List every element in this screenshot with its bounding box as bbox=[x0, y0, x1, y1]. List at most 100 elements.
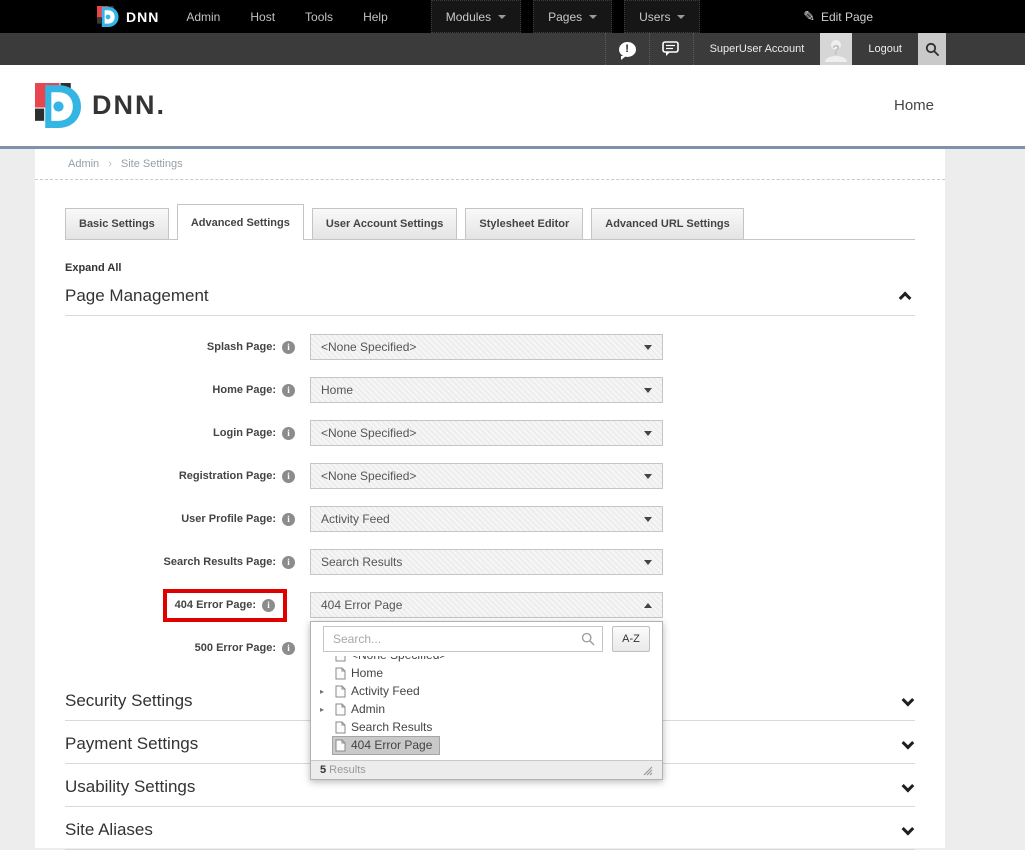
list-item-activity-feed[interactable]: ▸ Activity Feed bbox=[311, 682, 662, 700]
page-list: <None Specified> Home bbox=[311, 656, 662, 760]
dropdown-search-row: A-Z bbox=[311, 622, 662, 656]
results-count: 5 bbox=[320, 764, 326, 776]
account-link[interactable]: SuperUser Account bbox=[693, 33, 821, 65]
page-icon bbox=[335, 703, 346, 716]
nav-home-link[interactable]: Home bbox=[894, 97, 934, 114]
info-icon[interactable]: i bbox=[282, 513, 295, 526]
user-toolbar: ! SuperUser Account ? Logout bbox=[0, 33, 1025, 65]
list-item-home[interactable]: Home bbox=[311, 664, 662, 682]
caret-down-icon bbox=[644, 474, 652, 479]
page-icon bbox=[335, 667, 346, 680]
caret-down-icon bbox=[644, 345, 652, 350]
topnav-modules[interactable]: Modules bbox=[431, 0, 521, 33]
caret-down-icon bbox=[644, 560, 652, 565]
registration-page-select[interactable]: <None Specified> bbox=[310, 463, 663, 489]
topnav-help[interactable]: Help bbox=[348, 0, 403, 33]
tab-advanced-settings[interactable]: Advanced Settings bbox=[177, 204, 304, 240]
dnn-logo-small[interactable]: DNN bbox=[97, 0, 159, 33]
field-label: User Profile Page: bbox=[181, 513, 276, 525]
topnav-users[interactable]: Users bbox=[624, 0, 700, 33]
section-title: Usability Settings bbox=[65, 777, 195, 797]
messages-button[interactable] bbox=[649, 33, 693, 65]
dnn-logo-word: DNN bbox=[126, 9, 159, 25]
field-row-home-page: Home Page: i Home bbox=[65, 377, 915, 403]
info-icon[interactable]: i bbox=[262, 599, 275, 612]
tab-stylesheet-editor[interactable]: Stylesheet Editor bbox=[465, 208, 583, 239]
svg-text:?: ? bbox=[832, 42, 840, 57]
topnav: Admin Host Tools Help bbox=[171, 0, 402, 33]
settings-tabs: Basic Settings Advanced Settings User Ac… bbox=[65, 204, 915, 240]
caret-up-icon bbox=[644, 603, 652, 608]
dnn-logo-icon bbox=[35, 83, 82, 128]
avatar[interactable]: ? bbox=[820, 33, 852, 65]
control-bar: DNN Admin Host Tools Help Modules Pages … bbox=[0, 0, 1025, 33]
dnn-logo-icon bbox=[97, 6, 119, 27]
magnifier-icon bbox=[581, 632, 595, 646]
field-row-registration-page: Registration Page: i <None Specified> bbox=[65, 463, 915, 489]
sort-az-button[interactable]: A-Z bbox=[612, 626, 650, 652]
chevron-up-icon bbox=[899, 291, 912, 304]
user-silhouette-icon: ? bbox=[823, 36, 849, 62]
field-row-login-page: Login Page: i <None Specified> bbox=[65, 420, 915, 446]
info-icon[interactable]: i bbox=[282, 384, 295, 397]
caret-down-icon bbox=[677, 15, 685, 19]
expand-all-link[interactable]: Expand All bbox=[65, 262, 915, 274]
caret-down-icon bbox=[644, 388, 652, 393]
pencil-icon: ✎ bbox=[803, 8, 815, 25]
splash-page-select[interactable]: <None Specified> bbox=[310, 334, 663, 360]
info-icon[interactable]: i bbox=[282, 427, 295, 440]
login-page-select[interactable]: <None Specified> bbox=[310, 420, 663, 446]
page-management-form: Splash Page: i <None Specified> Home Pag… bbox=[65, 334, 915, 661]
topnav-tools[interactable]: Tools bbox=[290, 0, 348, 33]
resize-grip-icon[interactable] bbox=[641, 764, 653, 776]
page-icon bbox=[335, 656, 346, 662]
list-item-admin[interactable]: ▸ Admin bbox=[311, 700, 662, 718]
logout-button[interactable]: Logout bbox=[852, 33, 918, 65]
page-icon bbox=[335, 721, 346, 734]
home-page-select[interactable]: Home bbox=[310, 377, 663, 403]
list-item-none-specified[interactable]: <None Specified> bbox=[311, 656, 662, 664]
info-icon[interactable]: i bbox=[282, 470, 295, 483]
edit-page-button[interactable]: ✎ Edit Page bbox=[803, 0, 873, 33]
info-icon[interactable]: i bbox=[282, 341, 295, 354]
list-item-search-results[interactable]: Search Results bbox=[311, 718, 662, 736]
topnav-pages[interactable]: Pages bbox=[533, 0, 612, 33]
tab-user-account-settings[interactable]: User Account Settings bbox=[312, 208, 458, 239]
404-error-page-select[interactable]: 404 Error Page bbox=[310, 592, 663, 618]
info-icon[interactable]: i bbox=[282, 642, 295, 655]
breadcrumb-admin[interactable]: Admin bbox=[68, 158, 99, 170]
caret-down-icon bbox=[644, 431, 652, 436]
chat-icon bbox=[662, 41, 681, 57]
page-icon bbox=[335, 739, 346, 752]
topnav-host[interactable]: Host bbox=[235, 0, 290, 33]
chevron-down-icon bbox=[902, 822, 915, 835]
field-label: Registration Page: bbox=[179, 470, 276, 482]
info-icon[interactable]: i bbox=[282, 556, 295, 569]
list-item-404-error-page[interactable]: 404 Error Page bbox=[311, 736, 662, 754]
field-label: 404 Error Page: bbox=[175, 599, 256, 611]
caret-down-icon bbox=[644, 517, 652, 522]
alert-bubble-icon: ! bbox=[619, 42, 636, 57]
topnav-admin[interactable]: Admin bbox=[171, 0, 235, 33]
user-profile-page-select[interactable]: Activity Feed bbox=[310, 506, 663, 532]
field-label: 500 Error Page: bbox=[195, 642, 276, 654]
chevron-down-icon bbox=[902, 779, 915, 792]
field-label: Search Results Page: bbox=[164, 556, 277, 568]
field-label: Login Page: bbox=[213, 427, 276, 439]
tab-advanced-url-settings[interactable]: Advanced URL Settings bbox=[591, 208, 744, 239]
notifications-button[interactable]: ! bbox=[605, 33, 649, 65]
section-title: Security Settings bbox=[65, 691, 193, 711]
tab-basic-settings[interactable]: Basic Settings bbox=[65, 208, 169, 239]
breadcrumb-site-settings[interactable]: Site Settings bbox=[121, 158, 183, 170]
search-results-page-select[interactable]: Search Results bbox=[310, 549, 663, 575]
page-picker-dropdown: A-Z <None Specifie bbox=[310, 621, 663, 780]
expander-icon[interactable]: ▸ bbox=[320, 687, 333, 696]
dnn-logo-large[interactable]: DNN. bbox=[35, 83, 166, 128]
expander-icon[interactable]: ▸ bbox=[320, 705, 333, 714]
site-settings-module: Admin › Site Settings Basic Settings Adv… bbox=[35, 149, 945, 848]
search-button[interactable] bbox=[918, 33, 946, 65]
search-input[interactable] bbox=[323, 626, 603, 652]
section-page-management[interactable]: Page Management bbox=[65, 286, 915, 316]
section-site-aliases[interactable]: Site Aliases bbox=[65, 807, 915, 850]
field-row-404-error-page: 404 Error Page: i 404 Error Page bbox=[65, 592, 915, 618]
